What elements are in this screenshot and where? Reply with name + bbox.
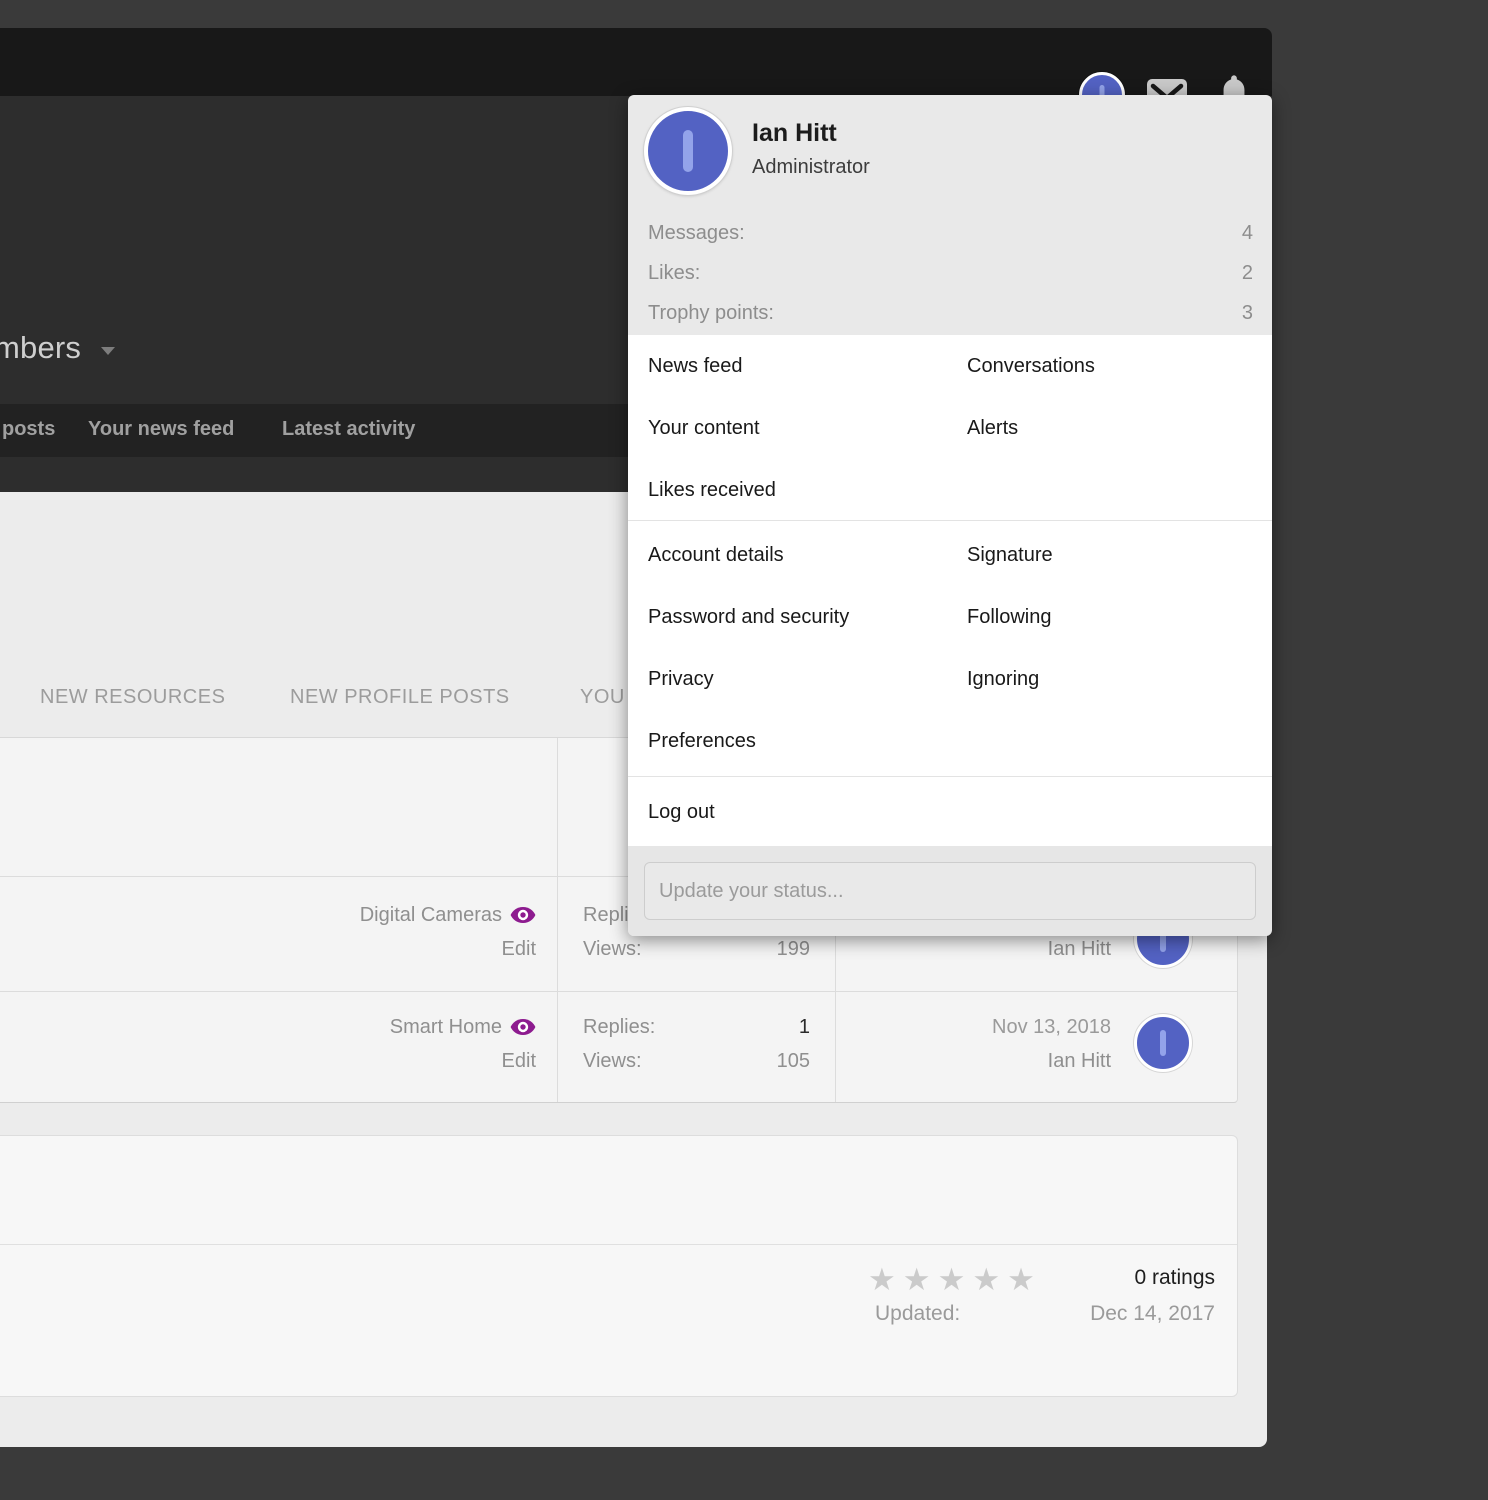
author-link[interactable]: Ian Hitt xyxy=(1048,1050,1111,1073)
stat-value: 4 xyxy=(1242,222,1253,245)
views-label: Views: xyxy=(583,938,642,961)
resource-category-link[interactable]: Digital Cameras xyxy=(360,904,502,926)
account-menu: News feed Your content Likes received Co… xyxy=(628,335,1272,846)
divider xyxy=(0,1244,1237,1245)
user-stats: Messages: 4 Likes: 2 Trophy points: 3 xyxy=(648,213,1253,333)
replies-label: Replies: xyxy=(583,1016,655,1039)
account-dropdown-menu: Ian Hitt Administrator Messages: 4 Likes… xyxy=(628,95,1272,936)
menu-item-account-details[interactable]: Account details xyxy=(648,524,967,586)
menu-item-privacy[interactable]: Privacy xyxy=(648,648,967,710)
watched-eye-icon[interactable] xyxy=(510,1019,536,1041)
menu-item-signature[interactable]: Signature xyxy=(967,524,1252,586)
menu-item-following[interactable]: Following xyxy=(967,586,1252,648)
status-update-footer xyxy=(628,846,1272,936)
chevron-down-icon[interactable] xyxy=(101,347,115,355)
top-navigation-bar xyxy=(0,28,1272,96)
watched-eye-icon[interactable] xyxy=(510,907,536,929)
star-icon-row: ★★★★★ xyxy=(868,1262,1042,1298)
user-role: Administrator xyxy=(752,156,870,179)
menu-section-account: Account details Password and security Pr… xyxy=(628,520,1272,776)
views-label: Views: xyxy=(583,1050,642,1073)
resource-card: ★★★★★ 0 ratings Updated: Dec 14, 2017 xyxy=(0,1135,1238,1397)
tab-profile-posts[interactable]: posts xyxy=(2,418,55,441)
menu-section-activity: News feed Your content Likes received Co… xyxy=(628,335,1272,520)
tab-latest-activity[interactable]: Latest activity xyxy=(282,418,415,441)
table-row: Smart Home Edit Replies: 1 Views: 105 No… xyxy=(0,991,1237,1104)
menu-item-password-security[interactable]: Password and security xyxy=(648,586,967,648)
avatar-initial xyxy=(1160,1030,1166,1056)
stat-likes: Likes: 2 xyxy=(648,253,1253,293)
tab-your-news-feed[interactable]: Your news feed xyxy=(88,418,234,441)
user-name[interactable]: Ian Hitt xyxy=(752,119,837,148)
edit-link[interactable]: Edit xyxy=(502,1050,536,1073)
date-label: Nov 13, 2018 xyxy=(992,1016,1111,1039)
menu-item-log-out[interactable]: Log out xyxy=(648,800,715,824)
user-avatar[interactable] xyxy=(644,107,732,195)
account-dropdown-header: Ian Hitt Administrator Messages: 4 Likes… xyxy=(628,95,1272,335)
stat-label: Trophy points: xyxy=(648,302,774,325)
updated-label: Updated: xyxy=(875,1302,960,1326)
menu-item-likes-received[interactable]: Likes received xyxy=(648,459,967,521)
menu-section-logout: Log out xyxy=(628,776,1272,846)
section-tab-new-resources[interactable]: NEW RESOURCES xyxy=(40,686,225,709)
resource-category-link[interactable]: Smart Home xyxy=(390,1016,502,1038)
status-update-input[interactable] xyxy=(644,862,1256,920)
menu-item-your-content[interactable]: Your content xyxy=(648,397,967,459)
menu-item-alerts[interactable]: Alerts xyxy=(967,397,1252,459)
menu-item-news-feed[interactable]: News feed xyxy=(648,335,967,397)
avatar-initial xyxy=(683,130,693,172)
ratings-count: 0 ratings xyxy=(1134,1266,1215,1290)
author-avatar[interactable] xyxy=(1134,1014,1192,1072)
page-title: mbers xyxy=(0,330,81,366)
stat-label: Likes: xyxy=(648,262,700,285)
section-tab-new-profile-posts[interactable]: NEW PROFILE POSTS xyxy=(290,686,510,709)
edit-link[interactable]: Edit xyxy=(502,938,536,961)
stat-messages: Messages: 4 xyxy=(648,213,1253,253)
menu-item-conversations[interactable]: Conversations xyxy=(967,335,1252,397)
views-value: 199 xyxy=(777,938,810,961)
stat-value: 3 xyxy=(1242,302,1253,325)
author-link[interactable]: Ian Hitt xyxy=(1048,938,1111,961)
updated-date: Dec 14, 2017 xyxy=(1090,1302,1215,1326)
stat-value: 2 xyxy=(1242,262,1253,285)
stat-label: Messages: xyxy=(648,222,745,245)
section-tab-your-content[interactable]: YOU xyxy=(580,686,625,709)
replies-value: 1 xyxy=(799,1016,810,1039)
menu-item-ignoring[interactable]: Ignoring xyxy=(967,648,1252,710)
views-value: 105 xyxy=(777,1050,810,1073)
stat-trophy-points: Trophy points: 3 xyxy=(648,293,1253,333)
menu-item-preferences[interactable]: Preferences xyxy=(648,710,967,772)
